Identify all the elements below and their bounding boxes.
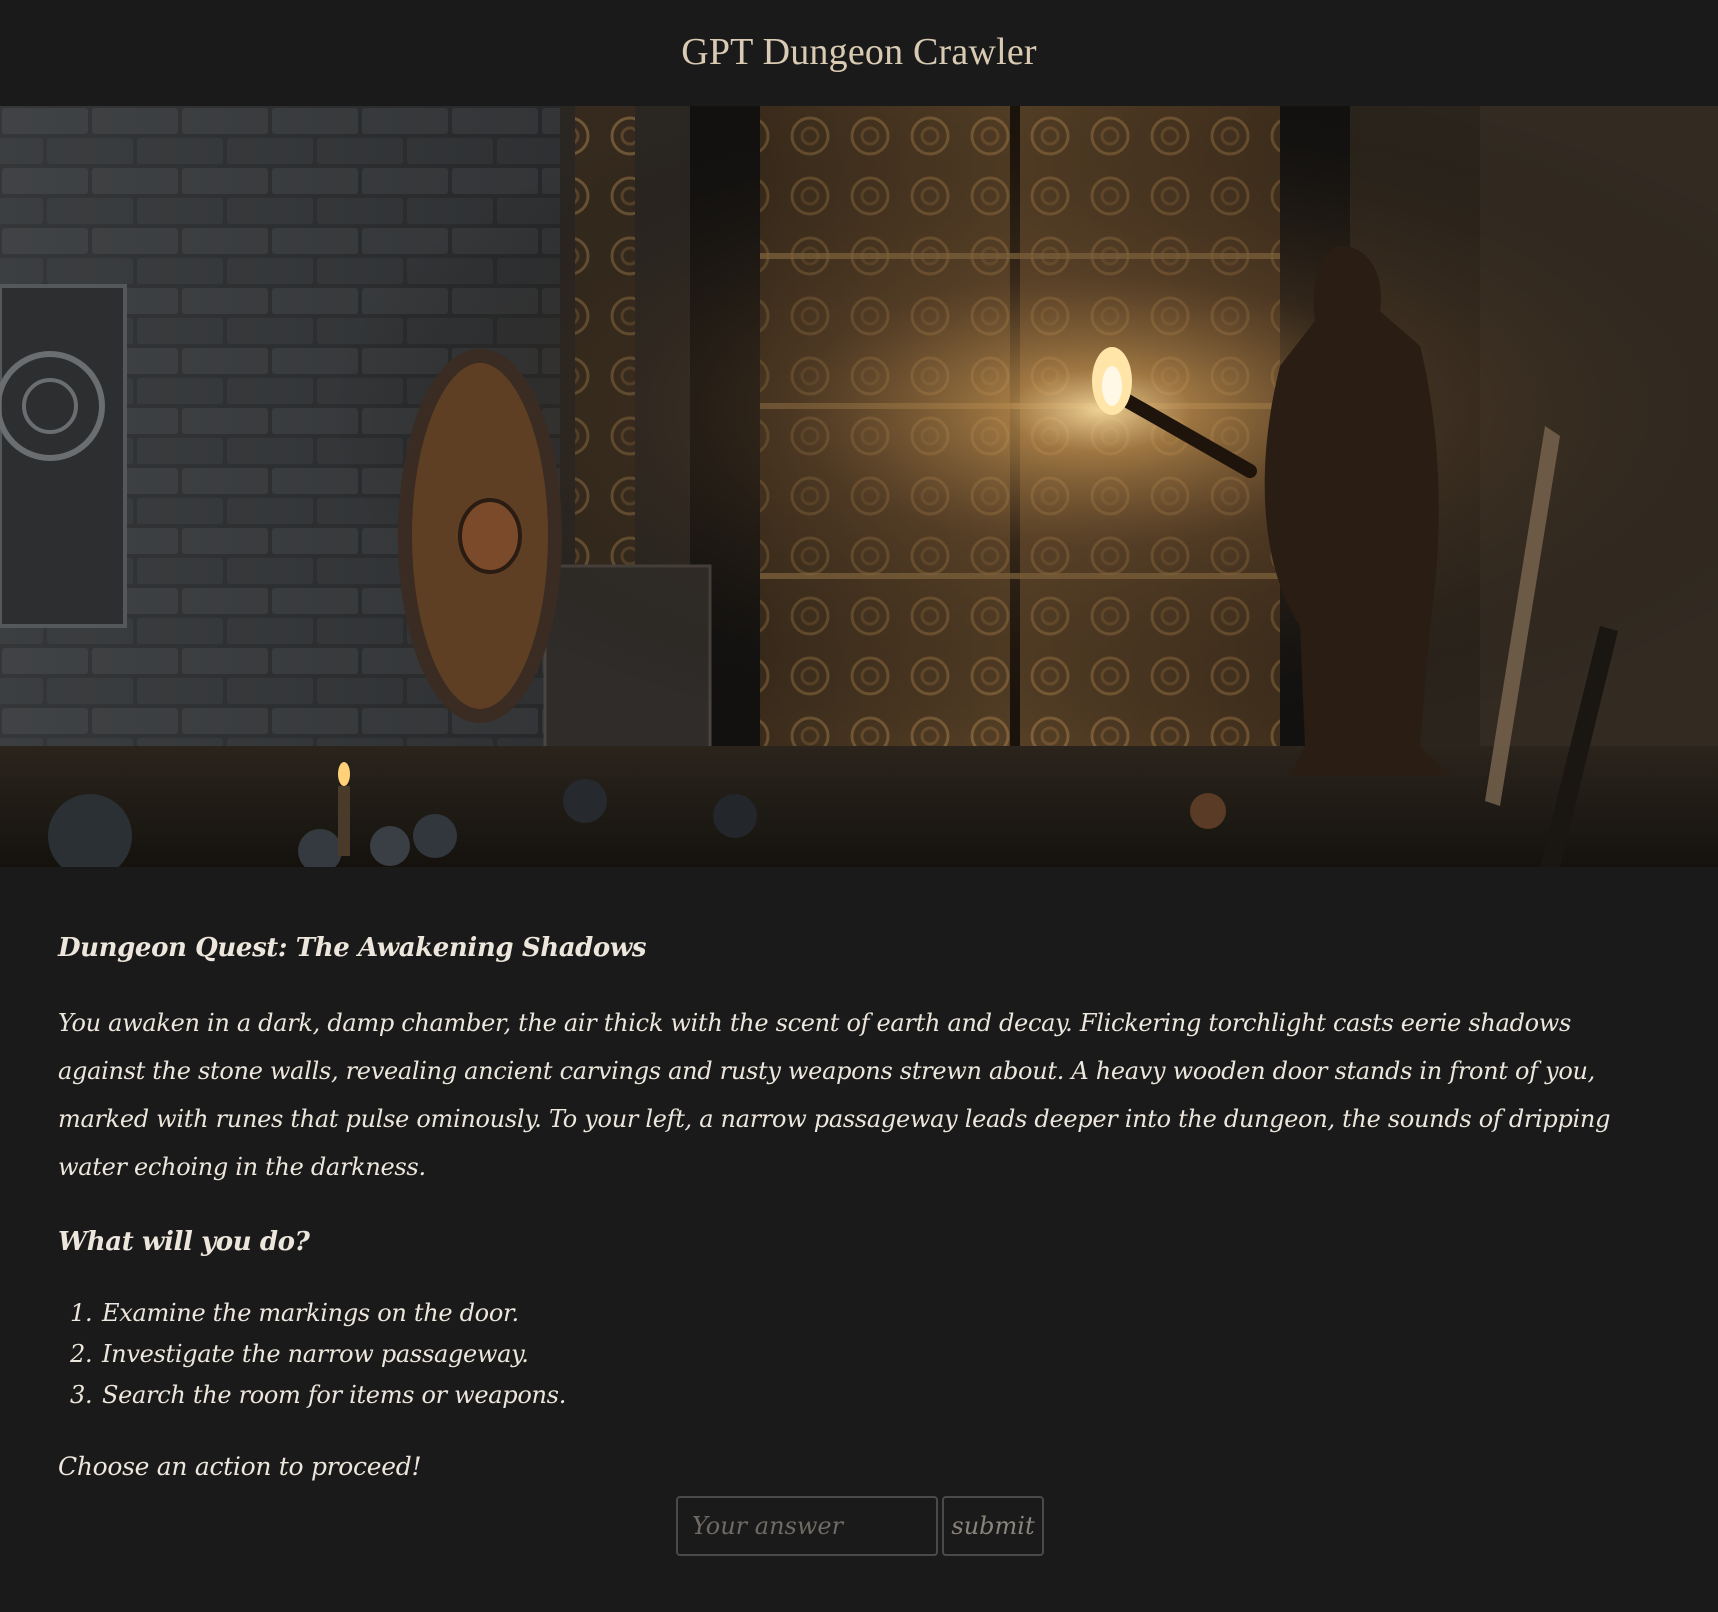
option-number: 1. (70, 1299, 93, 1327)
answer-input[interactable] (676, 1496, 938, 1556)
options-list: 1. Examine the markings on the door. 2. … (58, 1293, 1660, 1416)
story-prompt: What will you do? (58, 1227, 310, 1257)
story-body: You awaken in a dark, damp chamber, the … (58, 1009, 1611, 1181)
dungeon-scene-image (0, 106, 1718, 867)
story-title: Dungeon Quest: The Awakening Shadows (58, 933, 647, 963)
submit-button[interactable]: submit (942, 1496, 1044, 1556)
answer-form: submit (676, 1496, 1044, 1556)
page-title: GPT Dungeon Crawler (681, 31, 1037, 73)
option-number: 3. (70, 1381, 93, 1409)
option-item: 1. Examine the markings on the door. (70, 1293, 1660, 1334)
option-text: Investigate the narrow passageway. (102, 1340, 529, 1368)
option-item: 3. Search the room for items or weapons. (70, 1375, 1660, 1416)
option-text: Examine the markings on the door. (102, 1299, 519, 1327)
option-number: 2. (70, 1340, 93, 1368)
option-text: Search the room for items or weapons. (102, 1381, 567, 1409)
app-header: GPT Dungeon Crawler (0, 0, 1718, 106)
option-item: 2. Investigate the narrow passageway. (70, 1334, 1660, 1375)
dungeon-scene-illustration (0, 106, 1718, 867)
story-call-to-action: Choose an action to proceed! (58, 1452, 422, 1481)
story-panel: Dungeon Quest: The Awakening Shadows You… (58, 925, 1660, 1490)
